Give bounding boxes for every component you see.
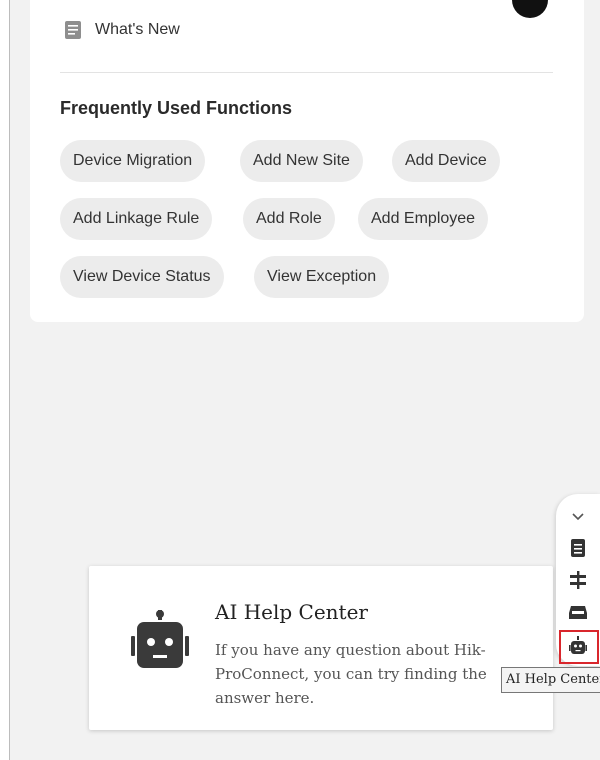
chip-view-exception[interactable]: View Exception	[254, 256, 390, 298]
divider	[60, 72, 553, 73]
left-frame-border	[0, 0, 10, 760]
chip-add-role[interactable]: Add Role	[243, 198, 335, 240]
help-card-title: AI Help Center	[215, 600, 368, 624]
inbox-icon[interactable]	[568, 602, 588, 622]
signpost-icon[interactable]	[568, 570, 588, 590]
ai-help-tooltip: AI Help Center	[501, 667, 600, 693]
chip-view-device-status[interactable]: View Device Status	[60, 256, 224, 298]
chevron-down-icon[interactable]	[568, 506, 588, 526]
chip-add-employee[interactable]: Add Employee	[358, 198, 489, 240]
robot-icon	[131, 610, 189, 668]
chip-add-device[interactable]: Add Device	[392, 140, 500, 182]
whats-new-link[interactable]: What's New	[64, 20, 180, 40]
chip-add-new-site[interactable]: Add New Site	[240, 140, 363, 182]
chip-add-linkage-rule[interactable]: Add Linkage Rule	[60, 198, 213, 240]
help-card-description: If you have any question about Hik-ProCo…	[215, 641, 487, 707]
ai-help-card[interactable]: AI Help Center If you have any question …	[89, 566, 553, 730]
document-icon[interactable]	[568, 538, 588, 558]
document-icon	[65, 21, 81, 39]
whats-new-label: What's New	[95, 21, 180, 38]
chip-device-migration[interactable]: Device Migration	[60, 140, 206, 182]
robot-highlight-box	[559, 630, 599, 664]
section-title: Frequently Used Functions	[60, 98, 293, 118]
